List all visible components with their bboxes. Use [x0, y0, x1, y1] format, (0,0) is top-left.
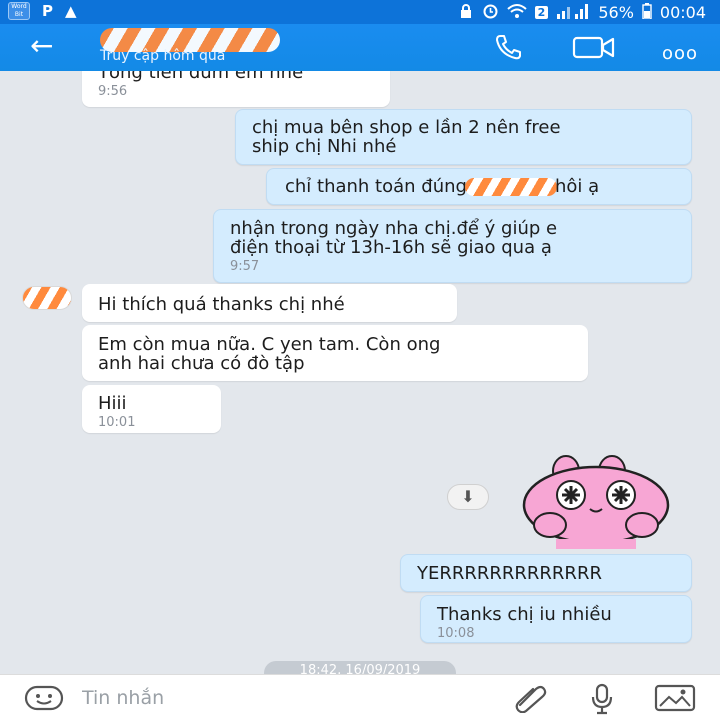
message-line: chị mua bên shop e lần 2 nên free [252, 117, 561, 138]
message-time: 9:57 [230, 259, 260, 274]
alarm-icon [482, 2, 499, 23]
message-text: Hiii [98, 393, 127, 414]
message-list[interactable]: Tổng tiền dưm em nhé 9:56 chị mua bên sh… [0, 71, 720, 674]
battery-percent: 56% [598, 3, 634, 22]
message-time: 10:08 [437, 626, 475, 641]
video-icon[interactable] [572, 34, 616, 64]
image-icon[interactable] [654, 684, 696, 716]
more-icon[interactable]: ooo [662, 43, 698, 64]
message-line: điện thoại từ 13h-16h sẽ giao qua ạ [230, 237, 552, 258]
last-seen-status: Truy cập hôm qua [100, 48, 226, 64]
message-bubble-incoming[interactable]: Hiii 10:01 [82, 385, 221, 433]
lock-icon [458, 3, 474, 23]
message-bubble-incoming[interactable]: Hi thích quá thanks chị nhé [82, 284, 457, 322]
message-bubble-incoming[interactable]: Em còn mua nữa. C yen tam. Còn ong anh h… [82, 325, 588, 381]
date-separator: 18:42, 16/09/2019 [264, 661, 456, 674]
message-bubble-outgoing[interactable]: chị mua bên shop e lần 2 nên free ship c… [235, 109, 692, 165]
message-bubble-outgoing[interactable]: chỉ thanh toán đúng hôi ạ [266, 168, 692, 205]
sim-badge: 2 [534, 6, 549, 19]
wifi-icon [507, 3, 527, 23]
warning-icon: ▲ [65, 2, 77, 20]
word-bit-app-icon: Word Bit [8, 2, 30, 20]
contact-avatar[interactable] [22, 286, 72, 310]
message-composer [0, 674, 720, 720]
message-line: Em còn mua nữa. C yen tam. Còn ong [98, 334, 441, 355]
download-icon[interactable]: ⬇ [447, 484, 489, 510]
message-bubble-incoming[interactable]: Tổng tiền dưm em nhé 9:56 [82, 71, 390, 107]
message-line: ship chị Nhi nhé [252, 136, 397, 157]
message-text: Thanks chị iu nhiều [437, 604, 612, 625]
emoji-icon[interactable] [24, 685, 64, 715]
signal-icon [556, 3, 590, 23]
message-time: 9:56 [98, 84, 128, 99]
message-text: Hi thích quá thanks chị nhé [98, 294, 345, 315]
parking-icon: P [42, 2, 53, 20]
clock-time: 00:04 [659, 3, 706, 22]
message-line: anh hai chưa có đò tập [98, 353, 305, 374]
message-line: nhận trong ngày nha chị.để ý giúp e [230, 218, 558, 239]
message-time: 10:01 [98, 415, 136, 430]
redacted-amount [464, 178, 557, 196]
back-arrow-icon[interactable]: ← [30, 30, 53, 62]
chat-header: ← Truy cập hôm qua ooo [0, 24, 720, 71]
attach-icon[interactable] [512, 683, 548, 717]
phone-icon[interactable] [494, 34, 522, 64]
status-bar: Word Bit P ▲ 2 56% 00:04 [0, 0, 720, 24]
message-bubble-outgoing[interactable]: Thanks chị iu nhiều 10:08 [420, 595, 692, 643]
message-bubble-outgoing[interactable]: YERRRRRRRRRRRRR [400, 554, 692, 592]
message-text: YERRRRRRRRRRRRR [417, 563, 602, 584]
mic-icon[interactable] [590, 683, 614, 719]
message-text-start: chỉ thanh toán đúng [285, 176, 467, 197]
bunny-sticker[interactable] [516, 455, 676, 553]
message-text-end: hôi ạ [554, 176, 600, 197]
battery-icon [642, 2, 652, 23]
message-text: Tổng tiền dưm em nhé [98, 71, 304, 83]
message-input[interactable] [82, 684, 462, 712]
message-bubble-outgoing[interactable]: nhận trong ngày nha chị.để ý giúp e điện… [213, 209, 692, 283]
